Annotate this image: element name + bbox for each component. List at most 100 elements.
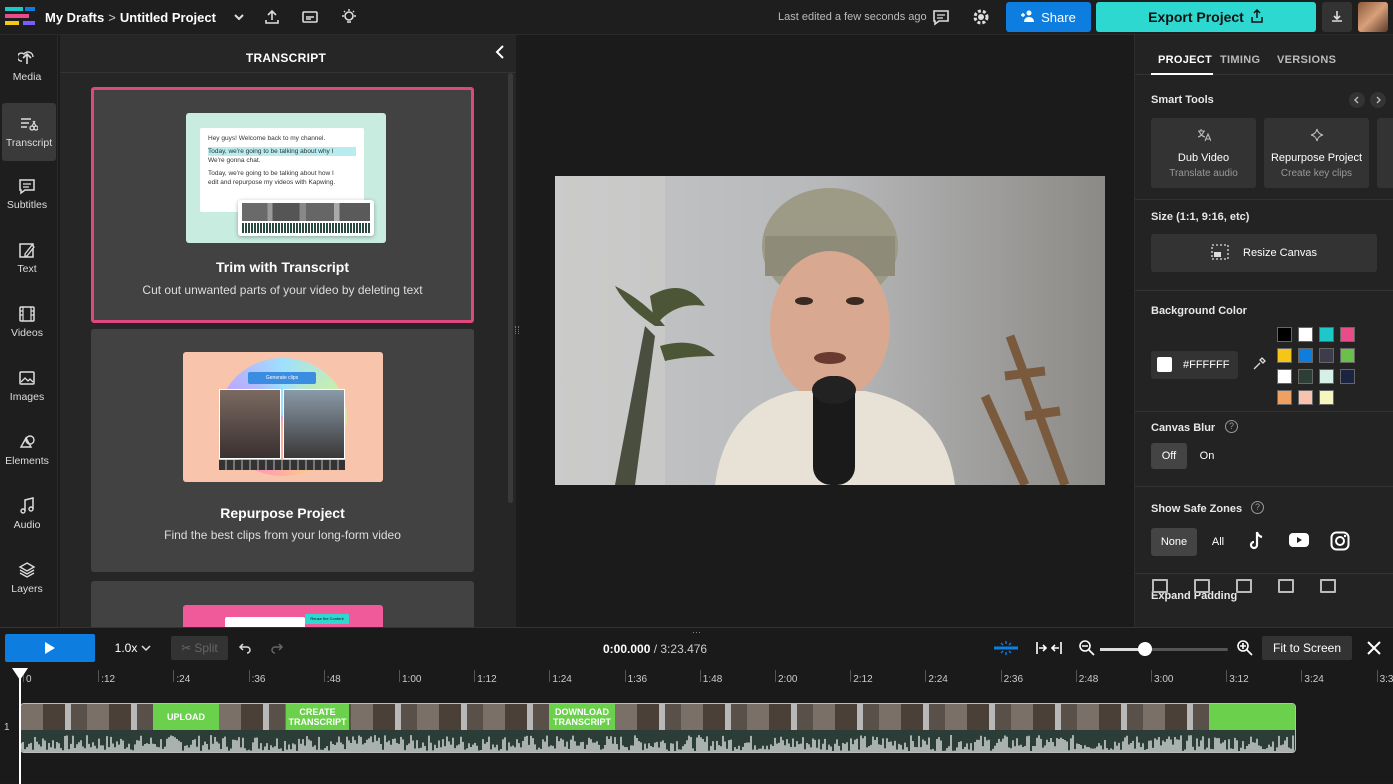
pad-all-icon[interactable]	[1320, 579, 1336, 593]
canvas-blur-label: Canvas Blur	[1151, 422, 1216, 434]
zoom-out-icon[interactable]	[1078, 639, 1096, 660]
nav-item-media[interactable]: Media	[0, 37, 54, 95]
nav-item-transcript[interactable]: Transcript	[2, 103, 56, 161]
color-swatch[interactable]	[1298, 390, 1313, 405]
comment-icon[interactable]	[930, 6, 952, 28]
card-third-tool[interactable]: Reuse the Content	[91, 581, 474, 627]
video-preview[interactable]	[555, 176, 1105, 485]
youtube-icon[interactable]	[1288, 532, 1310, 551]
breadcrumb-separator: >	[108, 10, 116, 25]
panel-resize-handle[interactable]	[515, 326, 519, 334]
pad-bottom-icon[interactable]	[1236, 579, 1252, 593]
nav-item-subtitles[interactable]: Subtitles	[0, 165, 54, 223]
nav-item-text[interactable]: Text	[0, 229, 54, 287]
redo-icon[interactable]	[270, 642, 284, 657]
color-swatch[interactable]	[1298, 327, 1313, 342]
tool-card-repurpose-project[interactable]: Repurpose Project Create key clips	[1264, 118, 1369, 188]
undo-icon[interactable]	[238, 642, 252, 657]
card-repurpose-project[interactable]: Generate clips Repurpose Project Find th…	[91, 329, 474, 572]
color-swatch[interactable]	[1319, 348, 1334, 363]
upload-icon[interactable]	[261, 6, 283, 28]
resize-canvas-button[interactable]: Resize Canvas	[1151, 234, 1377, 272]
instagram-icon[interactable]	[1330, 531, 1350, 554]
help-icon[interactable]: ?	[1225, 420, 1238, 433]
color-swatch[interactable]	[1319, 390, 1334, 405]
safe-zone-none[interactable]: None	[1151, 528, 1197, 556]
close-icon[interactable]	[1366, 640, 1382, 659]
playhead[interactable]	[19, 668, 21, 784]
nav-item-audio[interactable]: Audio	[0, 485, 54, 543]
color-swatch[interactable]	[1298, 348, 1313, 363]
chevron-left-icon[interactable]	[1349, 92, 1365, 108]
gear-icon[interactable]	[970, 6, 992, 28]
playback-speed-select[interactable]: 1.0x	[106, 636, 160, 660]
color-swatch[interactable]	[1340, 327, 1355, 342]
color-swatch[interactable]	[1319, 327, 1334, 342]
current-time: 0:00.000	[603, 642, 651, 656]
tiktok-icon[interactable]	[1247, 530, 1267, 555]
pad-left-icon[interactable]	[1278, 579, 1294, 593]
help-icon[interactable]: ?	[1251, 501, 1264, 514]
card-description: Cut out unwanted parts of your video by …	[142, 283, 423, 297]
export-project-button[interactable]: Export Project	[1096, 2, 1316, 32]
collapse-panel-icon[interactable]	[494, 45, 506, 64]
split-button[interactable]: ✂ Split	[171, 636, 228, 660]
fit-gaps-icon[interactable]	[1036, 640, 1062, 659]
color-swatch[interactable]	[1340, 369, 1355, 384]
audio-waveform	[21, 730, 1295, 752]
repurpose-thumbnail: Generate clips	[183, 352, 383, 482]
snap-icon[interactable]	[992, 640, 1020, 659]
lightbulb-icon[interactable]	[338, 6, 360, 28]
tool-subtitle: Create key clips	[1280, 168, 1353, 179]
chevron-down-icon[interactable]	[228, 6, 250, 28]
playhead-handle[interactable]	[12, 668, 28, 680]
panel-scrollbar[interactable]	[508, 73, 513, 503]
tab-versions[interactable]: VERSIONS	[1277, 54, 1336, 66]
background-color-input[interactable]: #FFFFFF	[1151, 351, 1238, 379]
pad-right-icon[interactable]	[1194, 579, 1210, 593]
nav-item-elements[interactable]: Elements	[0, 421, 54, 479]
fit-to-screen-button[interactable]: Fit to Screen	[1262, 636, 1352, 660]
safe-zone-all[interactable]: All	[1199, 528, 1237, 556]
zoom-in-icon[interactable]	[1236, 639, 1254, 660]
timeline-resize-handle[interactable]: ⋯	[692, 627, 701, 638]
color-swatch[interactable]	[1319, 369, 1334, 384]
project-name[interactable]: Untitled Project	[120, 10, 216, 25]
user-avatar[interactable]	[1358, 2, 1388, 32]
thumb-line: Hey guys! Welcome back to my channel.	[208, 135, 326, 142]
speed-value: 1.0x	[114, 641, 138, 655]
captions-icon[interactable]	[299, 6, 321, 28]
breadcrumb-root[interactable]: My Drafts	[45, 10, 104, 25]
color-swatch[interactable]	[1277, 390, 1292, 405]
tool-title: Repurpose Project	[1270, 152, 1363, 164]
nav-item-images[interactable]: Images	[0, 357, 54, 415]
download-button[interactable]	[1322, 2, 1352, 32]
color-swatch[interactable]	[1277, 369, 1292, 384]
blur-off-option[interactable]: Off	[1151, 443, 1187, 469]
chevron-right-icon[interactable]	[1370, 92, 1386, 108]
tab-project[interactable]: PROJECT	[1158, 54, 1212, 66]
card-trim-with-transcript[interactable]: Hey guys! Welcome back to my channel. To…	[91, 87, 474, 323]
blur-on-option[interactable]: On	[1189, 443, 1225, 469]
share-button[interactable]: Share	[1006, 2, 1091, 32]
pad-top-icon[interactable]	[1152, 579, 1168, 593]
tool-card-partial[interactable]	[1377, 118, 1393, 188]
color-swatch[interactable]	[1340, 348, 1355, 363]
color-swatch[interactable]	[1298, 369, 1313, 384]
kapwing-logo[interactable]	[5, 5, 35, 29]
generate-clips-chip: Generate clips	[248, 372, 316, 384]
translate-icon	[1151, 128, 1256, 145]
timeline-ruler[interactable]: 0:12:24:36:48 1:00 1:12 1:24 1:36 1:48 2:00 2:1…	[0, 668, 1393, 688]
nav-item-layers[interactable]: Layers	[0, 549, 54, 607]
ruler-tick-mark	[474, 670, 476, 682]
play-button[interactable]	[5, 634, 95, 662]
tool-card-dub-video[interactable]: Dub Video Translate audio	[1151, 118, 1256, 188]
nav-item-videos[interactable]: Videos	[0, 293, 54, 351]
split-label: Split	[194, 641, 218, 655]
eyedropper-icon[interactable]	[1252, 357, 1266, 374]
color-swatch[interactable]	[1277, 327, 1292, 342]
zoom-slider-handle[interactable]	[1137, 642, 1152, 656]
tab-timing[interactable]: TIMING	[1220, 54, 1260, 66]
video-track-clip[interactable]: UPLOAD CREATE TRANSCRIPT DOWNLOAD TRANSC…	[20, 703, 1296, 753]
color-swatch[interactable]	[1277, 348, 1292, 363]
